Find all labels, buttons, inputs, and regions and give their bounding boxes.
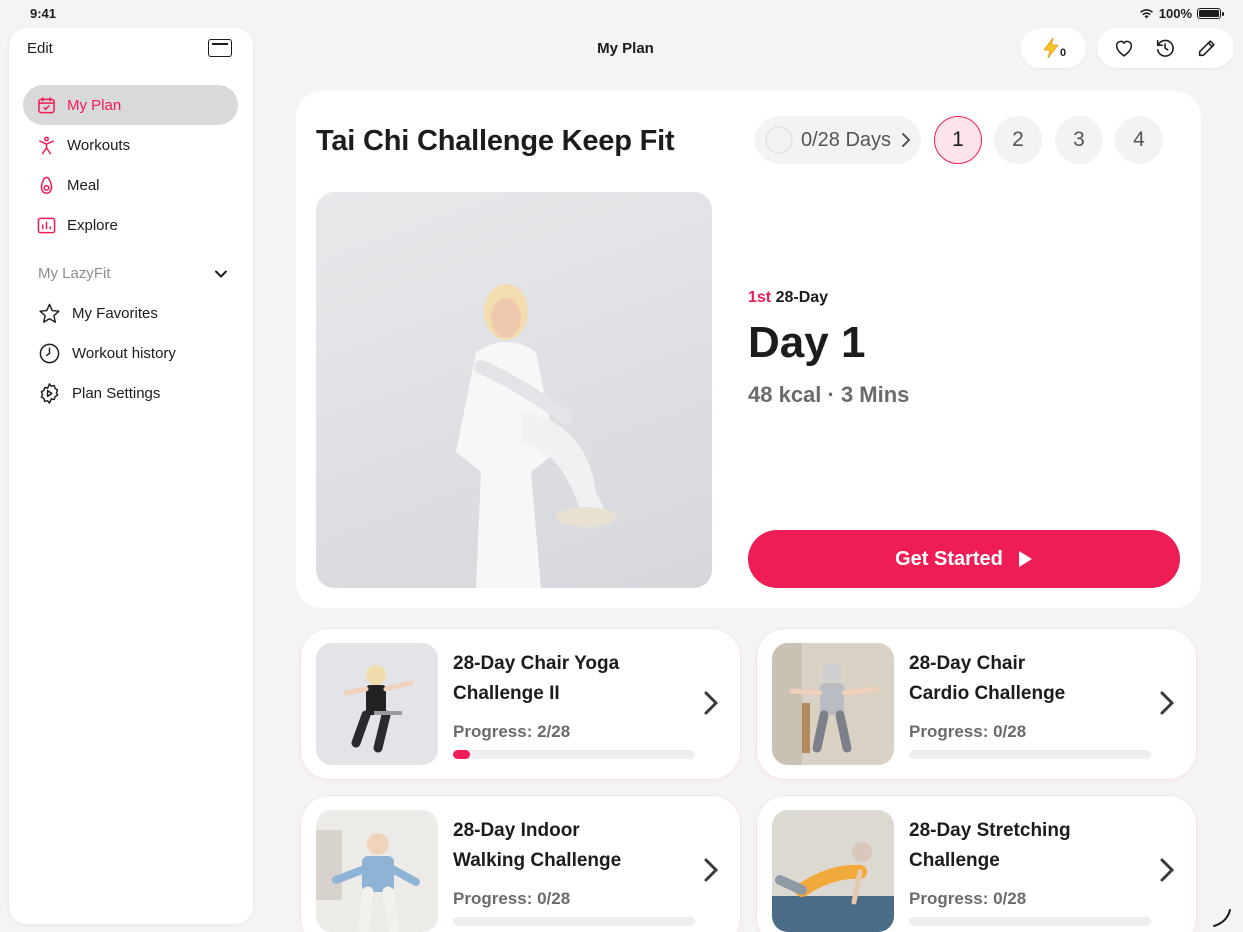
battery-icon bbox=[1197, 8, 1224, 19]
ordinal-suffix: 28-Day bbox=[775, 289, 829, 306]
challenge-title: 28-Day Chair Yoga Challenge II bbox=[453, 649, 683, 709]
chevron-right-icon bbox=[1160, 858, 1175, 882]
challenge-title-line: 28-Day Indoor bbox=[453, 820, 580, 841]
wifi-icon bbox=[1139, 9, 1153, 19]
week-button-2[interactable]: 2 bbox=[994, 116, 1042, 164]
challenge-progress-bar bbox=[909, 750, 1151, 759]
history-icon[interactable] bbox=[1154, 37, 1176, 59]
sidebar-item-meal[interactable]: Meal bbox=[23, 165, 238, 205]
header-actions bbox=[1097, 28, 1234, 68]
challenge-thumbnail bbox=[316, 810, 438, 932]
chair-cardio-image bbox=[772, 643, 894, 765]
challenge-title-line: Challenge II bbox=[453, 683, 560, 704]
sidebar-item-my-plan[interactable]: My Plan bbox=[23, 85, 238, 125]
heart-icon[interactable] bbox=[1113, 37, 1135, 59]
challenge-progress-text: Progress: 0/28 bbox=[453, 889, 571, 908]
sidebar-item-my-favorites[interactable]: My Favorites bbox=[38, 300, 158, 326]
gear-icon bbox=[40, 382, 59, 404]
plan-card: Tai Chi Challenge Keep Fit 0/28 Days 1 2… bbox=[296, 91, 1201, 608]
challenge-thumbnail bbox=[316, 643, 438, 765]
sidebar: Edit My Plan Workouts Meal Explore My La… bbox=[9, 28, 253, 924]
stretching-image bbox=[772, 810, 894, 932]
challenge-thumbnail bbox=[772, 643, 894, 765]
challenge-title-line: Walking Challenge bbox=[453, 850, 622, 871]
sidebar-item-label: Explore bbox=[67, 216, 118, 234]
section-title: My LazyFit bbox=[38, 265, 111, 282]
chevron-right-icon bbox=[704, 858, 719, 882]
play-icon bbox=[1018, 551, 1032, 567]
progress-ring-icon bbox=[765, 126, 793, 154]
lightning-icon bbox=[1043, 37, 1059, 59]
get-started-button[interactable]: Get Started bbox=[748, 530, 1180, 588]
energy-button[interactable]: 0 bbox=[1020, 28, 1086, 68]
battery-percent: 100% bbox=[1158, 6, 1192, 21]
sidebar-item-label: My Favorites bbox=[72, 304, 158, 322]
day-title: Day 1 bbox=[748, 318, 866, 367]
status-time: 9:41 bbox=[30, 6, 57, 21]
week-button-1[interactable]: 1 bbox=[934, 116, 982, 164]
challenge-title-line: 28-Day Chair bbox=[909, 653, 1026, 674]
days-progress-button[interactable]: 0/28 Days bbox=[755, 116, 921, 164]
challenge-thumbnail bbox=[772, 810, 894, 932]
challenge-progress-text: Progress: 2/28 bbox=[453, 722, 571, 741]
resize-corner-icon bbox=[1213, 909, 1231, 927]
challenge-title-line: Cardio Challenge bbox=[909, 683, 1066, 704]
challenge-title: 28-Day Stretching Challenge bbox=[909, 816, 1139, 876]
sidebar-item-explore[interactable]: Explore bbox=[23, 205, 238, 245]
challenge-title-line: Challenge bbox=[909, 850, 1000, 871]
challenge-progress-bar bbox=[453, 917, 695, 926]
sidebar-item-label: My Plan bbox=[67, 96, 122, 114]
section-my-lazyfit[interactable]: My LazyFit bbox=[38, 265, 228, 282]
chart-icon bbox=[37, 217, 56, 233]
chevron-right-icon bbox=[704, 691, 719, 715]
challenge-progress-bar bbox=[909, 917, 1151, 926]
tai-chi-figure-image bbox=[456, 284, 616, 588]
challenge-progress-text: Progress: 0/28 bbox=[909, 889, 1027, 908]
chevron-right-icon bbox=[902, 133, 911, 147]
chevron-down-icon bbox=[215, 270, 227, 278]
challenge-progress-text: Progress: 0/28 bbox=[909, 722, 1027, 741]
chevron-right-icon bbox=[1160, 691, 1175, 715]
challenge-title: 28-Day Indoor Walking Challenge bbox=[453, 816, 683, 876]
plan-title: Tai Chi Challenge Keep Fit bbox=[316, 125, 675, 157]
hero-photo[interactable] bbox=[316, 192, 712, 588]
day-meta: 48 kcal · 3 Mins bbox=[748, 382, 910, 407]
sidebar-item-label: Workouts bbox=[67, 136, 131, 154]
calendar-icon bbox=[38, 96, 55, 113]
sidebar-item-workouts[interactable]: Workouts bbox=[23, 125, 238, 165]
page-title-text: My Plan bbox=[597, 40, 654, 57]
challenge-card-indoor-walking[interactable]: 28-Day Indoor Walking Challenge Progress… bbox=[301, 796, 740, 932]
avocado-icon bbox=[40, 176, 53, 194]
challenge-card-chair-cardio[interactable]: 28-Day Chair Cardio Challenge Progress: … bbox=[757, 629, 1196, 779]
challenge-title: 28-Day Chair Cardio Challenge bbox=[909, 649, 1139, 709]
days-progress-text: 0/28 Days bbox=[801, 128, 892, 151]
sidebar-item-workout-history[interactable]: Workout history bbox=[38, 340, 176, 366]
sidebar-item-label: Plan Settings bbox=[72, 384, 161, 402]
plan-ordinal: 1st 28-Day bbox=[748, 289, 828, 307]
pencil-icon[interactable] bbox=[1196, 37, 1218, 59]
week-button-3[interactable]: 3 bbox=[1055, 116, 1103, 164]
chair-yoga-image bbox=[316, 643, 438, 765]
sidebar-item-label: Meal bbox=[67, 176, 100, 194]
status-indicators: 100% bbox=[1139, 6, 1224, 21]
get-started-label: Get Started bbox=[895, 547, 1003, 570]
star-icon bbox=[39, 303, 60, 323]
challenge-card-stretching[interactable]: 28-Day Stretching Challenge Progress: 0/… bbox=[757, 796, 1196, 932]
energy-count: 0 bbox=[1059, 47, 1067, 59]
ordinal-number: 1st bbox=[748, 289, 772, 306]
challenge-progress-bar bbox=[453, 750, 695, 759]
challenge-progress-fill bbox=[453, 750, 471, 759]
sidebar-item-label: Workout history bbox=[72, 344, 176, 362]
figure-icon bbox=[39, 136, 54, 154]
week-button-4[interactable]: 4 bbox=[1115, 116, 1163, 164]
challenge-title-line: 28-Day Chair Yoga bbox=[453, 653, 620, 674]
challenge-title-line: 28-Day Stretching bbox=[909, 820, 1071, 841]
challenge-card-chair-yoga[interactable]: 28-Day Chair Yoga Challenge II Progress:… bbox=[301, 629, 740, 779]
sidebar-item-plan-settings[interactable]: Plan Settings bbox=[38, 380, 160, 406]
clock-icon bbox=[39, 343, 60, 363]
indoor-walking-image bbox=[316, 810, 438, 932]
